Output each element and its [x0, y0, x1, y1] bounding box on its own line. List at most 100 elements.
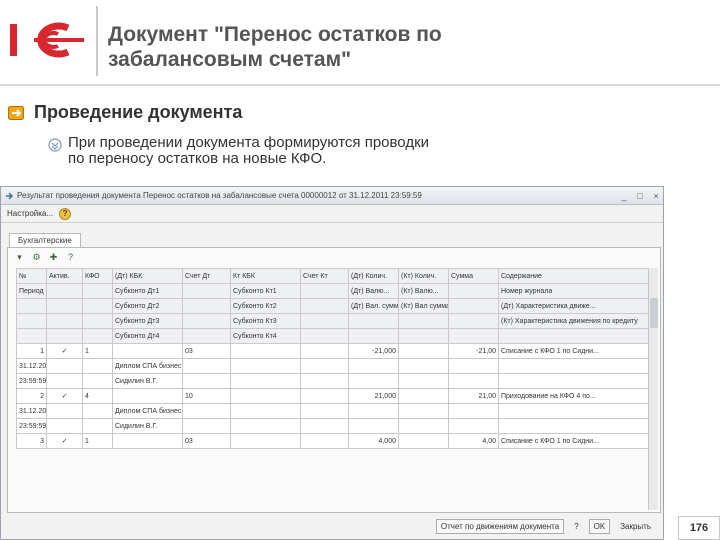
- grid-scrollbar[interactable]: [648, 268, 658, 510]
- cell: [230, 433, 301, 449]
- bullet-entries-line1: При проведении документа формируются про…: [68, 134, 430, 151]
- cell-sum: 4,00: [448, 433, 499, 449]
- header-rule: [0, 84, 720, 86]
- header-cell: [46, 283, 83, 299]
- cell-sum: -21,00: [448, 343, 499, 359]
- close-button[interactable]: Закрыть: [618, 520, 653, 533]
- header-cell: №: [16, 268, 47, 284]
- cell: [448, 403, 499, 419]
- cell: [398, 403, 449, 419]
- cell: [348, 418, 399, 434]
- table-row-detail: 23:59:59 Сидилин В.Г.: [16, 373, 657, 389]
- cell: [398, 358, 449, 374]
- cell: [398, 433, 449, 449]
- posting-result-window: Результат проведения документа Перенос о…: [0, 186, 664, 540]
- settings-menu[interactable]: Настройка...: [7, 209, 53, 218]
- header-cell: [448, 298, 499, 314]
- header-cell: [16, 313, 47, 329]
- header-cell: [16, 328, 47, 344]
- header-divider: [96, 6, 98, 76]
- header-cell: [498, 328, 657, 344]
- entries-table: № Актив. КФО (Дт) КБК Счет Дт Кт КБК Счет Кт (Д…: [16, 268, 657, 449]
- help-footer-icon[interactable]: ?: [572, 520, 580, 533]
- cell-subconto-dt: Сидилин В.Г.: [112, 373, 183, 389]
- cell: [348, 403, 399, 419]
- cell: [112, 388, 183, 404]
- table-row-detail: 23:59:59 Сидилин В.Г.: [16, 418, 657, 434]
- cell: [182, 418, 231, 434]
- header-cell: [398, 313, 449, 329]
- table-row[interactable]: 1 ✓ 1 03 -21,000 -21,00 Списание с КФО 1 по Си…: [16, 343, 657, 359]
- cell: [300, 418, 349, 434]
- header-cell: Сумма: [448, 268, 499, 284]
- cell: [182, 358, 231, 374]
- table-row[interactable]: 2 ✓ 4 10 21,000 21,00 Приходование на КФО 4 по…: [16, 388, 657, 404]
- cell-period: 31.12.2011: [16, 403, 47, 419]
- table-row-detail: 31.12.2011 Диплом СПА бизнес школы: [16, 358, 657, 374]
- header-cell: КФО: [82, 268, 113, 284]
- header-cell: Субконто Кт3: [230, 313, 301, 329]
- help-small-icon[interactable]: ?: [65, 252, 76, 263]
- window-footer: Отчет по движениям документа ? OK Закрыт…: [1, 513, 663, 539]
- arrow-bullet-icon: [8, 105, 24, 120]
- cell: [182, 373, 231, 389]
- settings-icon[interactable]: ⚙: [31, 252, 42, 263]
- cell-num: 3: [16, 433, 47, 449]
- cell: [82, 418, 113, 434]
- cell-subconto-dt: Сидилин В.Г.: [112, 418, 183, 434]
- cell: [348, 358, 399, 374]
- cell: [46, 403, 83, 419]
- header-cell: [182, 313, 231, 329]
- cell: [112, 433, 183, 449]
- cell: [300, 358, 349, 374]
- table-row-detail: 31.12.2011 Диплом СПА бизнес школы: [16, 403, 657, 419]
- header-cell: [300, 298, 349, 314]
- cell: [82, 373, 113, 389]
- help-icon[interactable]: ?: [59, 207, 72, 220]
- tab-pane: ▾ ⚙ ✚ ? № Актив. КФО (Дт) КБК Счет Дт Кт КБК С…: [7, 247, 661, 513]
- cell-kfo: 4: [82, 388, 113, 404]
- header-cell: [348, 328, 399, 344]
- slide-title-line1: Документ "Перенос остатков по: [108, 23, 442, 46]
- header-row: Субконто Дт4 Субконто Кт4: [16, 328, 657, 344]
- cell: [46, 418, 83, 434]
- minimize-icon[interactable]: _: [617, 190, 631, 202]
- table-row[interactable]: 3 ✓ 1 03 4,000 4,00 Списание с КФО 1 по Сидни.…: [16, 433, 657, 449]
- cell-check: ✓: [46, 433, 83, 449]
- add-column-icon[interactable]: ✚: [48, 252, 59, 263]
- chevron-circle-icon: [48, 138, 62, 152]
- window-menubar: Настройка... ?: [1, 205, 663, 223]
- cell-qty-dt: -21,000: [348, 343, 399, 359]
- cell: [498, 373, 657, 389]
- cell: [300, 343, 349, 359]
- cell: [46, 373, 83, 389]
- ok-button[interactable]: OK: [588, 518, 611, 534]
- cell: [498, 418, 657, 434]
- maximize-icon[interactable]: □: [633, 190, 647, 202]
- header-cell: Субконто Дт4: [112, 328, 183, 344]
- cell: [300, 373, 349, 389]
- cell: [82, 358, 113, 374]
- cell-period: 23:59:59: [16, 418, 47, 434]
- cell-content: Списание с КФО 1 по Сидни...: [498, 343, 657, 359]
- header-cell: [82, 313, 113, 329]
- header-cell: (Кт) Валю...: [398, 283, 449, 299]
- header-cell: [182, 298, 231, 314]
- header-cell: [46, 313, 83, 329]
- report-button[interactable]: Отчет по движениям документа: [435, 518, 565, 534]
- cell-account-dt: 03: [182, 343, 231, 359]
- header-cell: (Кт) Вал сумма: [398, 298, 449, 314]
- filter-icon[interactable]: ▾: [14, 252, 25, 263]
- scroll-thumb[interactable]: [650, 298, 658, 328]
- tab-accounting[interactable]: Бухгалтерские: [9, 233, 81, 247]
- close-icon[interactable]: ×: [649, 190, 663, 202]
- cell: [82, 403, 113, 419]
- cell: [498, 403, 657, 419]
- cell-period: 23:59:59: [16, 373, 47, 389]
- page-number: 176: [678, 516, 720, 540]
- header-cell: (Дт) Характеристика движе...: [498, 298, 657, 314]
- header-cell: [182, 283, 231, 299]
- window-arrow-icon: [6, 192, 13, 199]
- header-cell: [348, 313, 399, 329]
- header-cell: Номер журнала: [498, 283, 657, 299]
